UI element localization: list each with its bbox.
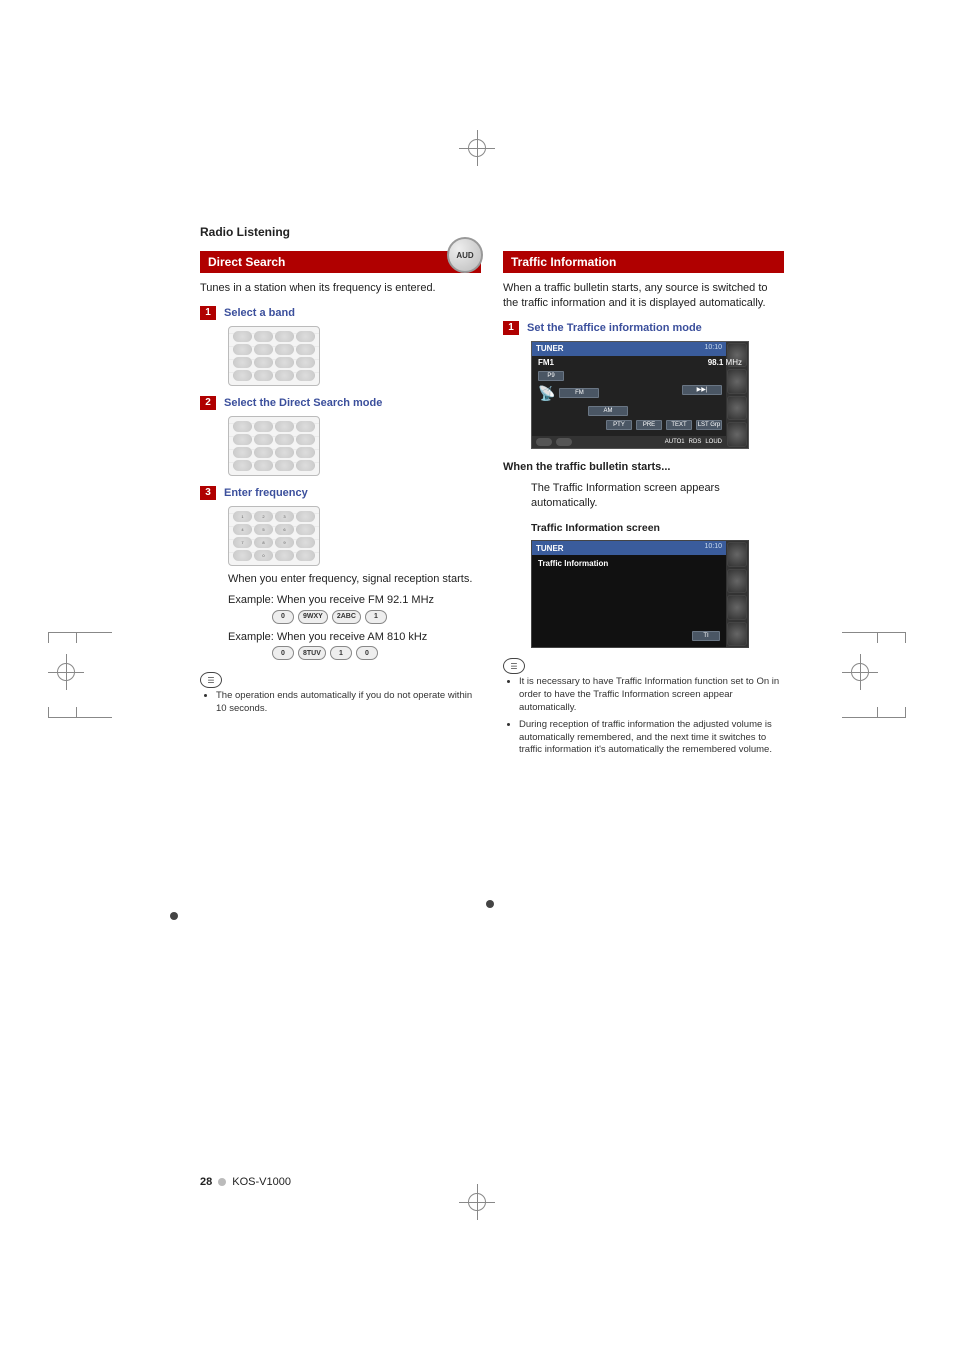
ss-freq: 98.1 bbox=[708, 358, 724, 367]
fm-key-row: 0 9WXY 2ABC 1 bbox=[272, 610, 481, 624]
key: 1 bbox=[365, 610, 387, 624]
example-fm: Example: When you receive FM 92.1 MHz bbox=[228, 593, 481, 608]
fm-button: FM bbox=[559, 388, 599, 398]
key: 8TUV bbox=[298, 646, 326, 660]
ss-band: FM1 bbox=[538, 358, 554, 367]
note-icon bbox=[503, 658, 525, 674]
model-name: KOS-V1000 bbox=[232, 1176, 291, 1188]
bulletin-heading: When the traffic bulletin starts... bbox=[503, 461, 784, 473]
am-key-row: 0 8TUV 1 0 bbox=[272, 646, 481, 660]
direct-search-intro: Tunes in a station when its frequency is… bbox=[200, 281, 481, 296]
ss-btn: TEXT bbox=[666, 420, 692, 430]
key: 0 bbox=[272, 646, 294, 660]
ti-button: TI bbox=[692, 631, 720, 641]
margin-dot bbox=[486, 900, 494, 908]
remote-illustration-1 bbox=[228, 326, 320, 386]
seek-button: ▶▶| bbox=[682, 385, 722, 395]
ss2-title: TUNER bbox=[536, 544, 564, 553]
ss-btn: PRE bbox=[636, 420, 662, 430]
ss-title: TUNER bbox=[536, 344, 564, 353]
right-notes: It is necessary to have Traffic Informat… bbox=[519, 676, 784, 757]
ti-screenshot: TUNER 10:10 Traffic Information TI bbox=[531, 540, 749, 648]
page-footer: 28 KOS-V1000 bbox=[200, 1176, 291, 1188]
ss2-time: 10:10 bbox=[702, 541, 724, 552]
ss-footer: AUTO1 RDS LOUD bbox=[532, 436, 726, 448]
ss-btn: LST Grp bbox=[696, 420, 722, 430]
ss-loud: LOUD bbox=[705, 439, 722, 445]
step-3-badge: 3 bbox=[200, 486, 216, 500]
ss2-body: Traffic Information bbox=[532, 555, 748, 572]
step-2-label: Select the Direct Search mode bbox=[224, 397, 382, 409]
note-item: It is necessary to have Traffic Informat… bbox=[519, 676, 784, 714]
ss-unit: MHz bbox=[726, 358, 742, 367]
step-1-badge: 1 bbox=[200, 306, 216, 320]
traffic-header: Traffic Information bbox=[503, 251, 784, 273]
bullet-icon bbox=[218, 1178, 226, 1186]
traffic-info-column: Traffic Information When a traffic bulle… bbox=[503, 251, 784, 761]
step-1-label: Select a band bbox=[224, 307, 295, 319]
antenna-icon: 📡 bbox=[538, 385, 555, 402]
key: 0 bbox=[356, 646, 378, 660]
direct-search-header: Direct Search AUD bbox=[200, 251, 481, 273]
ss2-side-icons bbox=[726, 541, 748, 647]
aud-icon: AUD bbox=[447, 237, 483, 273]
left-notes: The operation ends automatically if you … bbox=[216, 690, 481, 716]
key: 9WXY bbox=[298, 610, 328, 624]
remote-illustration-2 bbox=[228, 416, 320, 476]
note-item: During reception of traffic information … bbox=[519, 719, 784, 757]
note-item: The operation ends automatically if you … bbox=[216, 690, 481, 716]
ss-auto: AUTO1 bbox=[665, 439, 685, 445]
note-icon bbox=[200, 672, 222, 688]
key: 0 bbox=[272, 610, 294, 624]
remote-illustration-3: 123 456 789 0 bbox=[228, 506, 320, 566]
traffic-step-label: Set the Traffice information mode bbox=[527, 322, 702, 334]
step-3-label: Enter frequency bbox=[224, 487, 308, 499]
tuner-screenshot: TUNER 10:10 FM1 98.1 MHz P9 bbox=[531, 341, 749, 449]
direct-search-column: Direct Search AUD Tunes in a station whe… bbox=[200, 251, 481, 761]
ti-screen-label: Traffic Information screen bbox=[531, 522, 784, 534]
ss-time: 10:10 bbox=[702, 342, 724, 353]
margin-dot bbox=[170, 912, 178, 920]
example-am: Example: When you receive AM 810 kHz bbox=[228, 630, 481, 645]
traffic-title: Traffic Information bbox=[511, 255, 616, 269]
step-2-badge: 2 bbox=[200, 396, 216, 410]
section-title: Radio Listening bbox=[200, 225, 784, 239]
key: 2ABC bbox=[332, 610, 361, 624]
registration-mark bbox=[459, 1184, 495, 1220]
key: 1 bbox=[330, 646, 352, 660]
bulletin-body: The Traffic Information screen appears a… bbox=[531, 481, 784, 511]
traffic-intro: When a traffic bulletin starts, any sour… bbox=[503, 281, 784, 311]
ss-rds: RDS bbox=[689, 439, 702, 445]
direct-search-title: Direct Search bbox=[208, 255, 285, 269]
traffic-step-badge: 1 bbox=[503, 321, 519, 335]
am-button: AM bbox=[588, 406, 628, 416]
ss-preset: P9 bbox=[538, 371, 564, 381]
freq-note: When you enter frequency, signal recepti… bbox=[228, 572, 481, 587]
page-number: 28 bbox=[200, 1176, 212, 1188]
ss-btn: PTY bbox=[606, 420, 632, 430]
